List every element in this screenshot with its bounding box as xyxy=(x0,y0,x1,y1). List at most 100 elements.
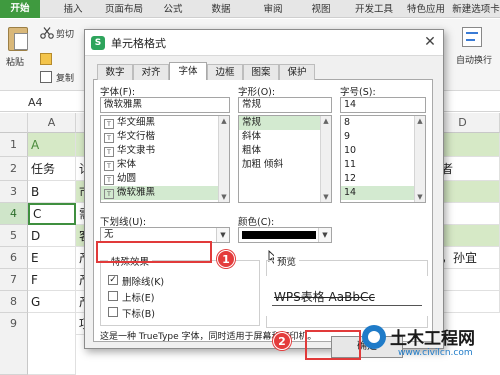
format-cells-dialog: S 单元格格式 ✕ 数字 对齐 字体 边框 图案 保护 字体(F): 微软雅黑 … xyxy=(84,29,444,358)
cut-button[interactable]: 剪切 xyxy=(56,27,74,40)
size-list-item[interactable]: 12 xyxy=(341,172,425,186)
tab-patterns[interactable]: 图案 xyxy=(243,64,279,80)
row-header-8[interactable]: 8 xyxy=(0,291,28,313)
style-list-item[interactable]: 粗体 xyxy=(239,144,331,158)
copy-button[interactable]: 复制 xyxy=(56,71,74,84)
size-list-item[interactable]: 8 xyxy=(341,116,425,130)
ribbon-tab-special[interactable]: 特色应用 xyxy=(402,2,450,18)
tab-number[interactable]: 数字 xyxy=(97,64,133,80)
font-list-scrollbar[interactable]: ▲ ▼ xyxy=(218,116,229,202)
color-swatch xyxy=(242,231,316,239)
row-header-9[interactable]: 9 xyxy=(0,313,28,375)
dialog-title-bar[interactable]: S 单元格格式 ✕ xyxy=(85,30,443,56)
style-list[interactable]: 常规 斜体 粗体 加粗 倾斜 ▲ ▼ xyxy=(238,115,332,203)
wrap-text-icon[interactable] xyxy=(462,27,482,47)
color-select[interactable]: ▼ xyxy=(238,227,332,243)
cell-a2[interactable]: 任务 xyxy=(28,157,76,181)
font-item-label: 华文隶书 xyxy=(117,145,156,156)
scissors-icon[interactable] xyxy=(40,27,54,39)
ribbon-tab-developer[interactable]: 开发工具 xyxy=(350,2,398,18)
watermark-title: 土木工程网 xyxy=(390,329,475,349)
font-tab-panel: 字体(F): 微软雅黑 T 华文细黑 T 华文行楷 T 华文隶书 T 宋体 T 幼圆 T微… xyxy=(93,80,433,342)
paste-button[interactable]: 粘贴 xyxy=(6,55,24,68)
tab-font[interactable]: 字体 xyxy=(169,62,207,81)
scroll-up-icon[interactable]: ▲ xyxy=(416,117,424,125)
row-header-6[interactable]: 6 xyxy=(0,247,28,269)
cell-a1[interactable]: A xyxy=(28,133,76,157)
tab-alignment[interactable]: 对齐 xyxy=(133,64,169,80)
font-input[interactable]: 微软雅黑 xyxy=(100,97,230,113)
style-list-item-selected[interactable]: 常规 xyxy=(239,116,331,130)
font-list-item[interactable]: T 幼圆 xyxy=(101,172,229,186)
font-list-item[interactable]: T 宋体 xyxy=(101,158,229,172)
font-list-item[interactable]: T 华文细黑 xyxy=(101,116,229,130)
scroll-down-icon[interactable]: ▼ xyxy=(220,193,228,201)
subscript-label[interactable]: 下标(B) xyxy=(122,306,155,320)
tab-protection[interactable]: 保护 xyxy=(279,64,315,80)
font-list-item[interactable]: T 华文行楷 xyxy=(101,130,229,144)
underline-label: 下划线(U): xyxy=(100,217,147,228)
wrap-text-button[interactable]: 自动换行 xyxy=(456,53,492,66)
row-header-3[interactable]: 3 xyxy=(0,181,28,203)
ribbon-tab-page-layout[interactable]: 页面布局 xyxy=(100,2,148,18)
row-header-7[interactable]: 7 xyxy=(0,269,28,291)
cell-a8[interactable]: G xyxy=(28,291,76,313)
row-header-2[interactable]: 2 xyxy=(0,157,28,181)
size-list-item[interactable]: 10 xyxy=(341,144,425,158)
row-header-1[interactable]: 1 xyxy=(0,133,28,157)
cell-a7[interactable]: F xyxy=(28,269,76,291)
ribbon-tab-review[interactable]: 审阅 xyxy=(258,2,288,18)
size-list-scrollbar[interactable]: ▲ ▼ xyxy=(414,116,425,202)
select-all-corner[interactable] xyxy=(0,113,28,133)
truetype-icon: T xyxy=(104,189,114,199)
ribbon-tab-view[interactable]: 视图 xyxy=(306,2,336,18)
app-logo-icon: S xyxy=(91,36,105,50)
watermark-url: www.civilcn.com xyxy=(398,348,473,358)
chevron-down-icon[interactable]: ▼ xyxy=(216,228,229,242)
font-list-item[interactable]: T 华文隶书 xyxy=(101,144,229,158)
close-icon[interactable]: ✕ xyxy=(421,33,439,51)
style-list-scrollbar[interactable]: ▲ ▼ xyxy=(320,116,331,202)
ribbon-tab-insert[interactable]: 插入 xyxy=(56,2,90,18)
style-list-item[interactable]: 斜体 xyxy=(239,130,331,144)
style-list-item[interactable]: 加粗 倾斜 xyxy=(239,158,331,172)
ribbon-tab-new[interactable]: 新建选项卡 xyxy=(452,2,500,18)
font-list-item-selected[interactable]: T 微软雅黑 xyxy=(101,186,229,200)
ribbon-tab-formulas[interactable]: 公式 xyxy=(158,2,188,18)
superscript-checkbox[interactable] xyxy=(108,291,118,301)
scroll-up-icon[interactable]: ▲ xyxy=(220,117,228,125)
font-list[interactable]: T 华文细黑 T 华文行楷 T 华文隶书 T 宋体 T 幼圆 T 微软雅黑 ▲ ▼ xyxy=(100,115,230,203)
column-header-a[interactable]: A xyxy=(28,113,76,133)
ribbon-tab-home[interactable]: 开始 xyxy=(0,0,40,18)
size-list-item[interactable]: 9 xyxy=(341,130,425,144)
size-list-item-selected[interactable]: 14 xyxy=(341,186,425,200)
truetype-icon: T xyxy=(104,133,114,143)
format-painter-icon[interactable] xyxy=(40,53,52,65)
tab-border[interactable]: 边框 xyxy=(207,64,243,80)
name-box[interactable]: A4 xyxy=(28,95,68,110)
style-input[interactable]: 常规 xyxy=(238,97,332,113)
superscript-label[interactable]: 上标(E) xyxy=(122,290,154,304)
paste-icon[interactable] xyxy=(8,27,28,51)
size-list-item[interactable]: 11 xyxy=(341,158,425,172)
strikethrough-label[interactable]: 删除线(K) xyxy=(122,274,164,288)
font-label: 字体(F): xyxy=(100,87,136,98)
cell-a9[interactable] xyxy=(28,313,76,375)
copy-icon[interactable] xyxy=(40,71,52,83)
row-header-5[interactable]: 5 xyxy=(0,225,28,247)
cell-a5[interactable]: D xyxy=(28,225,76,247)
scroll-down-icon[interactable]: ▼ xyxy=(322,193,330,201)
subscript-checkbox[interactable] xyxy=(108,307,118,317)
cell-a6[interactable]: E xyxy=(28,247,76,269)
row-header-4[interactable]: 4 xyxy=(0,203,28,225)
strikethrough-checkbox[interactable]: ✓ xyxy=(108,275,118,285)
font-item-label: 宋体 xyxy=(117,159,137,170)
size-input[interactable]: 14 xyxy=(340,97,426,113)
scroll-up-icon[interactable]: ▲ xyxy=(322,117,330,125)
size-list[interactable]: 8 9 10 11 12 14 ▲ ▼ xyxy=(340,115,426,203)
scroll-down-icon[interactable]: ▼ xyxy=(416,193,424,201)
ribbon-tab-data[interactable]: 数据 xyxy=(206,2,236,18)
chevron-down-icon[interactable]: ▼ xyxy=(318,228,331,242)
cell-a3[interactable]: B xyxy=(28,181,76,203)
cell-a4[interactable]: C xyxy=(28,203,76,225)
